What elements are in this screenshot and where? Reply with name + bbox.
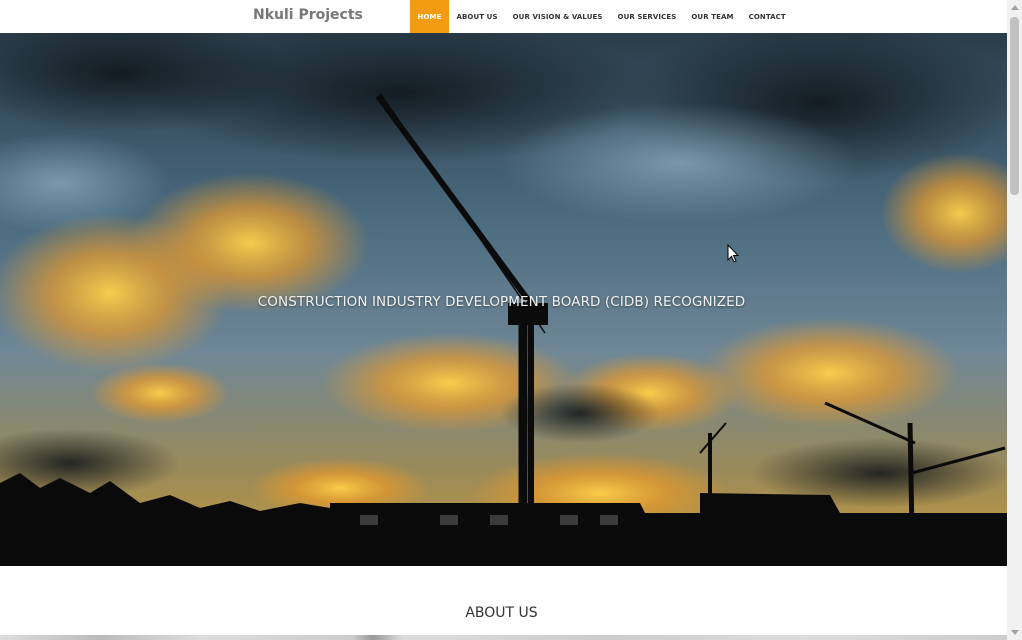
- nav-item-home[interactable]: HOME: [410, 0, 449, 33]
- about-section-title: ABOUT US: [465, 605, 538, 621]
- nav-item-label: OUR VISION & VALUES: [512, 12, 603, 21]
- hero-caption: CONSTRUCTION INDUSTRY DEVELOPMENT BOARD …: [257, 294, 746, 310]
- nav-item-vision-values[interactable]: OUR VISION & VALUES: [505, 0, 610, 33]
- hero-banner: CONSTRUCTION INDUSTRY DEVELOPMENT BOARD …: [0, 33, 1007, 566]
- nav-item-label: HOME: [417, 12, 442, 21]
- top-navbar: Nkuli Projects HOME ABOUT US OUR VISION …: [0, 0, 1007, 33]
- brand-logo-link[interactable]: Nkuli Projects: [253, 7, 363, 23]
- page-scrollbar[interactable]: [1007, 0, 1022, 640]
- nav-item-about-us[interactable]: ABOUT US: [449, 0, 505, 33]
- nav-item-services[interactable]: OUR SERVICES: [610, 0, 684, 33]
- nav-item-label: OUR SERVICES: [617, 12, 677, 21]
- nav-item-contact[interactable]: CONTACT: [741, 0, 793, 33]
- mouse-cursor-icon: [727, 244, 739, 263]
- nav-item-team[interactable]: OUR TEAM: [684, 0, 741, 33]
- main-nav: HOME ABOUT US OUR VISION & VALUES OUR SE…: [410, 0, 793, 33]
- scrollbar-thumb[interactable]: [1010, 17, 1019, 195]
- nav-item-label: CONTACT: [748, 12, 786, 21]
- image-strip: [0, 635, 1007, 640]
- scroll-down-arrow-icon[interactable]: [1007, 625, 1022, 640]
- nav-item-label: OUR TEAM: [691, 12, 734, 21]
- nav-item-label: ABOUT US: [456, 12, 498, 21]
- scroll-up-arrow-icon[interactable]: [1007, 0, 1022, 15]
